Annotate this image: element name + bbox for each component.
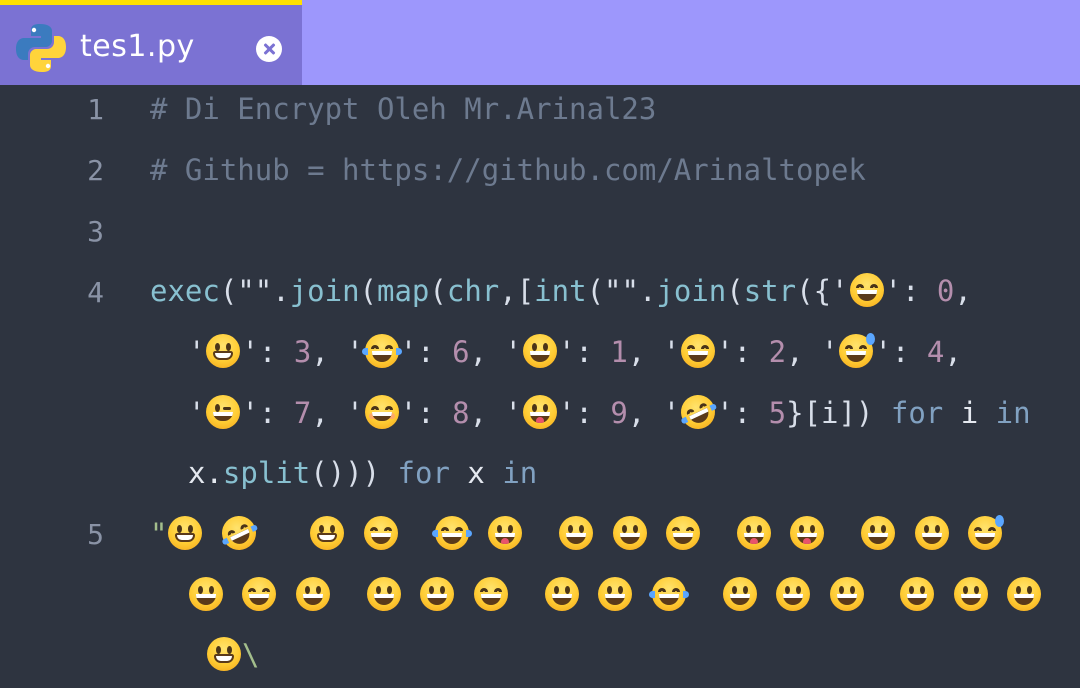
token: ( [359, 274, 377, 308]
token: 8 [452, 396, 470, 430]
line-number: 4 [87, 276, 104, 309]
code-line-5-row-2 [188, 577, 1042, 613]
rofl-emoji-icon [675, 389, 721, 435]
token: 7 [293, 396, 312, 430]
emoji-icon [207, 637, 241, 671]
token: 9 [610, 396, 628, 430]
emoji-icon [363, 516, 398, 550]
token: \ [242, 638, 260, 672]
code-line-4-row-2: ' ': 3, ' ': 6, ' ': 1, ' ': 2, ' ': 4, [188, 333, 962, 369]
token: str [743, 274, 797, 308]
emoji-icon [722, 577, 757, 611]
tab-bar: tes1.py [0, 0, 1080, 85]
token: for [890, 396, 944, 430]
emoji-icon [968, 515, 1005, 550]
token: int [534, 274, 587, 308]
code-line-5-row-1: " [150, 510, 1005, 556]
token: x. [188, 456, 223, 490]
beaming-face-emoji-icon [206, 334, 241, 368]
emoji-icon [736, 516, 771, 550]
emoji-icon [1007, 577, 1042, 611]
token: chr [446, 274, 500, 308]
token: 4 [926, 335, 945, 369]
emoji-icon [420, 577, 455, 611]
emoji-icon [666, 516, 701, 550]
tab-tes1[interactable]: tes1.py [0, 0, 302, 85]
line-number: 2 [87, 154, 104, 187]
token: 5 [768, 396, 787, 430]
emoji-icon [953, 577, 988, 611]
token: 3 [293, 335, 312, 369]
token: ("". [219, 274, 290, 308]
emoji-icon [473, 577, 508, 611]
emoji-icon [776, 577, 811, 611]
token: map [377, 274, 430, 308]
token: ("". [586, 274, 657, 308]
line-number: 1 [87, 93, 104, 126]
python-logo-icon [16, 24, 66, 72]
token: 6 [452, 335, 470, 369]
token: in [995, 396, 1031, 430]
emoji-icon [900, 577, 935, 611]
token: join [289, 274, 360, 308]
tongue-face-emoji-icon [522, 395, 557, 429]
token: ( [726, 274, 744, 308]
emoji-icon [366, 577, 401, 611]
emoji-icon [431, 516, 472, 550]
token: ( [429, 274, 447, 308]
emoji-icon [216, 510, 262, 556]
emoji-icon [189, 577, 223, 611]
emoji-icon [310, 516, 345, 550]
token: 0 [936, 274, 955, 308]
winking-face-emoji-icon [206, 395, 241, 429]
line-number: 3 [87, 215, 104, 248]
token: join [656, 274, 727, 308]
emoji-icon [790, 516, 825, 550]
emoji-icon [488, 516, 523, 550]
token: 2 [768, 335, 787, 369]
emoji-icon [598, 577, 633, 611]
code-line-5-row-3: \ [206, 637, 259, 673]
emoji-icon [168, 516, 203, 550]
code-line-1: # Di Encrypt Oleh Mr.Arinal23 [150, 92, 657, 126]
token: ({' [796, 274, 849, 308]
emoji-icon [242, 577, 277, 611]
token: split [222, 456, 311, 490]
code-line-4-row-1: exec("".join(map(chr,[int("".join(str({'… [150, 273, 972, 308]
emoji-icon [612, 516, 647, 550]
token: }[i]) [786, 396, 874, 430]
token: x [467, 456, 485, 490]
smiling-eyes-emoji-icon [364, 395, 399, 429]
emoji-icon [559, 516, 594, 550]
tears-of-joy-emoji-icon [361, 334, 402, 368]
emoji-icon [861, 516, 896, 550]
line-number: 5 [87, 518, 104, 551]
close-icon[interactable] [256, 36, 282, 62]
tab-title: tes1.py [80, 29, 195, 64]
code-line-2: # Github = https://github.com/Arinaltope… [150, 153, 866, 187]
code-line-4-row-4: x.split())) for x in [188, 455, 537, 491]
token: 1 [610, 335, 628, 369]
token: exec [150, 274, 220, 308]
grinning-face-emoji-icon [849, 273, 884, 307]
token: " [150, 517, 168, 551]
grinning-smiling-eyes-emoji-icon [681, 334, 716, 368]
token: for [397, 456, 450, 490]
code-line-4-row-3: ' ': 7, ' ': 8, ' ': 9, ' ': 5}[i]) for i in [188, 389, 1031, 435]
grinning-sweat-emoji-icon [839, 333, 876, 368]
code-editor[interactable]: 1 2 3 4 5 # Di Encrypt Oleh Mr.Arinal23 … [0, 85, 1080, 688]
emoji-icon [914, 516, 949, 550]
token: i [960, 396, 979, 430]
emoji-icon [829, 577, 864, 611]
grinning-big-eyes-emoji-icon [522, 334, 557, 368]
token: ())) [310, 456, 381, 490]
emoji-icon [544, 577, 579, 611]
emoji-icon [295, 577, 330, 611]
token: ,[ [499, 274, 535, 308]
token: in [502, 456, 538, 490]
emoji-icon [648, 577, 689, 611]
